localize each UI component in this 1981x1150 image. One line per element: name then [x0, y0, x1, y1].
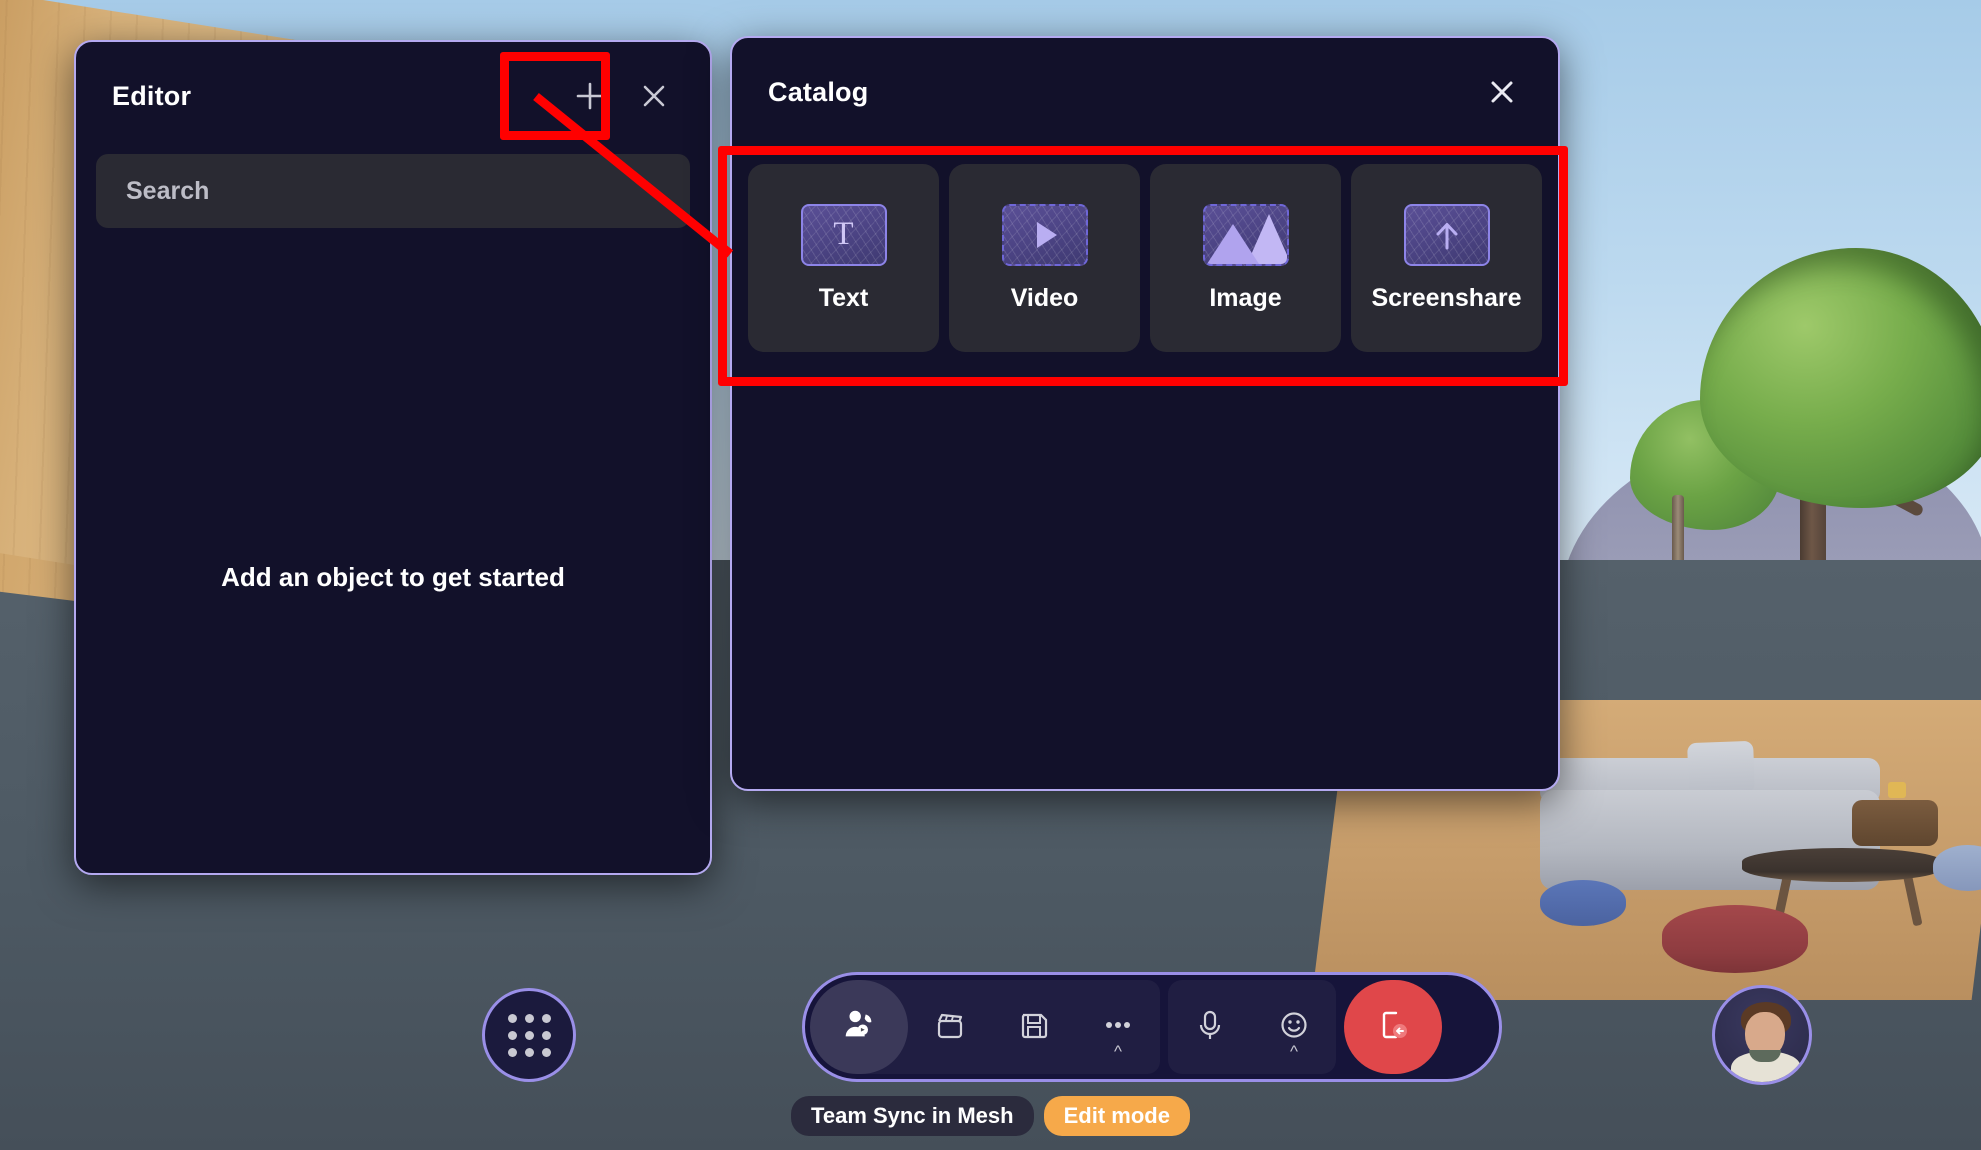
save-icon [1017, 1008, 1051, 1047]
side-table [1852, 800, 1938, 846]
apps-button[interactable] [482, 988, 576, 1082]
catalog-title: Catalog [768, 76, 869, 107]
meeting-toolbar: ^ ^ [802, 972, 1502, 1082]
clapboard-icon [933, 1008, 967, 1047]
coffee-table [1742, 848, 1942, 882]
grid-dots-icon [507, 1013, 551, 1057]
editor-title: Editor [112, 80, 192, 111]
more-options-button[interactable]: ^ [1076, 980, 1160, 1074]
microphone-icon [1194, 1007, 1226, 1048]
session-name-badge: Team Sync in Mesh [791, 1096, 1034, 1136]
reactions-button[interactable]: ^ [1252, 980, 1336, 1074]
scene-button[interactable] [908, 980, 992, 1074]
search-placeholder: Search [126, 176, 210, 205]
leave-icon [1376, 1007, 1410, 1048]
avatar[interactable] [1712, 985, 1812, 1085]
close-icon[interactable] [1470, 60, 1534, 124]
chevron-up-icon: ^ [1114, 1042, 1122, 1061]
highlight-add-button [500, 52, 610, 140]
red-ottoman [1662, 905, 1808, 973]
more-icon [1101, 1018, 1135, 1036]
chevron-up-icon: ^ [1290, 1042, 1298, 1061]
toolbar-group-media: ^ [1168, 980, 1336, 1074]
leave-button[interactable] [1344, 980, 1442, 1074]
editor-header: Editor [76, 42, 710, 150]
blue-ottoman [1540, 880, 1626, 926]
editor-empty-state: Add an object to get started [221, 562, 565, 592]
highlight-catalog-row [718, 146, 1568, 386]
people-icon [840, 1006, 878, 1049]
emoji-icon [1277, 1008, 1311, 1047]
close-icon[interactable] [622, 64, 686, 128]
toolbar-group-primary: ^ [810, 980, 1160, 1074]
participants-button[interactable] [810, 980, 908, 1074]
save-button[interactable] [992, 980, 1076, 1074]
edit-mode-badge[interactable]: Edit mode [1043, 1096, 1190, 1136]
status-row: Team Sync in Mesh Edit mode [0, 1096, 1981, 1136]
catalog-header: Catalog [732, 38, 1558, 146]
pencil-cup [1888, 782, 1906, 798]
search-input[interactable]: Search [96, 154, 690, 228]
sofa-cushion [1687, 740, 1755, 796]
microphone-button[interactable] [1168, 980, 1252, 1074]
